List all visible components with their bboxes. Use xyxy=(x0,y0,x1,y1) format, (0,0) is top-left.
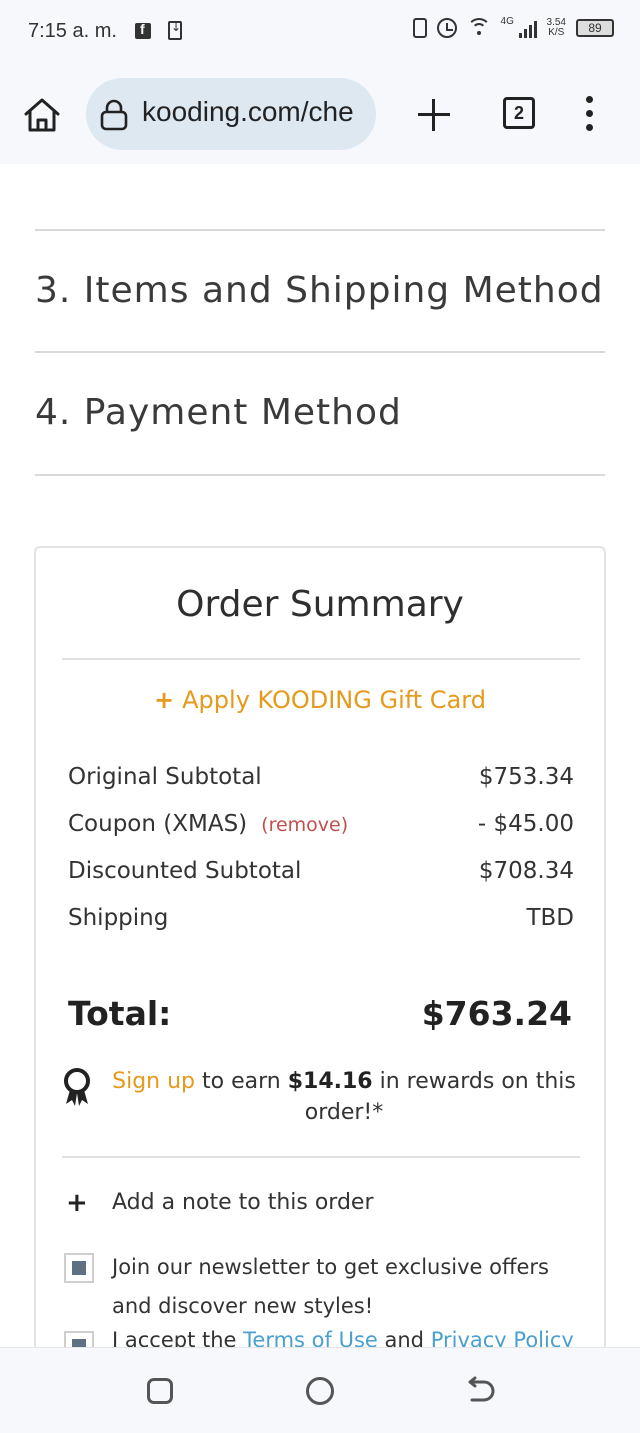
address-bar[interactable]: kooding.com/che xyxy=(86,78,376,150)
total-label: Total: xyxy=(68,994,172,1033)
divider xyxy=(62,1156,580,1158)
status-bar: 7:15 a. m. 4G 3.54 K/S 89 xyxy=(0,0,640,64)
status-icons: 4G 3.54 K/S 89 xyxy=(412,16,614,38)
lock-icon[interactable] xyxy=(98,99,130,131)
divider xyxy=(35,474,605,476)
total-value: $763.24 xyxy=(421,994,572,1033)
newsletter-label: Join our newsletter to get exclusive off… xyxy=(112,1255,549,1318)
speed-unit: K/S xyxy=(548,27,565,38)
original-subtotal-label: Original Subtotal xyxy=(68,764,262,790)
network-speed: 3.54 K/S xyxy=(547,18,566,38)
status-time: 7:15 a. m. xyxy=(28,20,117,42)
apply-gift-card-link[interactable]: + Apply KOODING Gift Card xyxy=(36,686,604,714)
signal-icon: 4G xyxy=(500,16,537,38)
step-items-shipping[interactable]: 3. Items and Shipping Method xyxy=(35,270,604,311)
sign-up-link[interactable]: Sign up xyxy=(112,1069,195,1094)
system-nav-bar xyxy=(0,1347,640,1433)
terms-of-use-link[interactable]: Terms of Use xyxy=(243,1328,378,1347)
order-summary-title: Order Summary xyxy=(176,584,464,625)
plus-icon: + xyxy=(154,686,175,714)
download-notification-icon xyxy=(168,20,182,40)
coupon-label-group: Coupon (XMAS) (remove) xyxy=(68,811,348,837)
network-type: 4G xyxy=(500,16,514,27)
terms-pre: I accept the xyxy=(112,1328,237,1347)
tabs-count-button[interactable]: 2 xyxy=(503,97,535,129)
home-icon[interactable] xyxy=(22,96,62,134)
vibrate-icon xyxy=(412,18,427,38)
terms-label: I accept the Terms of Use and Privacy Po… xyxy=(112,1328,582,1347)
rewards-badge-icon xyxy=(64,1068,90,1106)
wifi-icon xyxy=(466,18,491,38)
add-note-plus-icon[interactable]: + xyxy=(66,1188,88,1218)
back-icon[interactable] xyxy=(462,1376,496,1406)
rewards-message: Sign up to earn $14.16 in rewards on thi… xyxy=(106,1066,582,1128)
new-tab-icon[interactable] xyxy=(414,94,454,134)
shipping-value: TBD xyxy=(526,905,574,931)
shipping-label: Shipping xyxy=(68,905,169,931)
divider xyxy=(62,658,580,660)
rewards-pre: to earn xyxy=(202,1069,281,1094)
discounted-subtotal-label: Discounted Subtotal xyxy=(68,858,302,884)
url-text[interactable]: kooding.com/che xyxy=(142,96,354,128)
add-note-link[interactable]: Add a note to this order xyxy=(112,1190,374,1215)
alarm-icon xyxy=(436,18,457,38)
home-circle-icon[interactable] xyxy=(306,1377,334,1405)
rewards-amount: $14.16 xyxy=(287,1069,373,1094)
remove-coupon-link[interactable]: (remove) xyxy=(261,814,348,836)
step-payment-method[interactable]: 4. Payment Method xyxy=(35,392,402,433)
gift-card-label: Apply KOODING Gift Card xyxy=(182,686,486,714)
divider xyxy=(35,351,605,353)
checkout-page: 3. Items and Shipping Method 4. Payment … xyxy=(0,164,640,1347)
facebook-notification-icon xyxy=(135,21,151,39)
discounted-subtotal-value: $708.34 xyxy=(478,858,574,884)
order-summary-card: Order Summary + Apply KOODING Gift Card O… xyxy=(34,546,606,1347)
privacy-policy-link[interactable]: Privacy Policy xyxy=(431,1328,574,1347)
screen: 7:15 a. m. 4G 3.54 K/S 89 xyxy=(0,0,640,1433)
battery-icon: 89 xyxy=(576,19,614,37)
divider xyxy=(35,229,605,231)
coupon-value: - $45.00 xyxy=(477,811,574,837)
terms-checkbox[interactable] xyxy=(64,1331,94,1347)
browser-toolbar: kooding.com/che 2 xyxy=(0,64,640,164)
newsletter-checkbox[interactable] xyxy=(64,1253,94,1283)
coupon-label: Coupon (XMAS) xyxy=(68,811,248,837)
original-subtotal-value: $753.34 xyxy=(478,764,574,790)
recent-apps-icon[interactable] xyxy=(147,1378,173,1404)
terms-mid: and xyxy=(384,1328,425,1347)
more-menu-icon[interactable] xyxy=(580,94,600,134)
